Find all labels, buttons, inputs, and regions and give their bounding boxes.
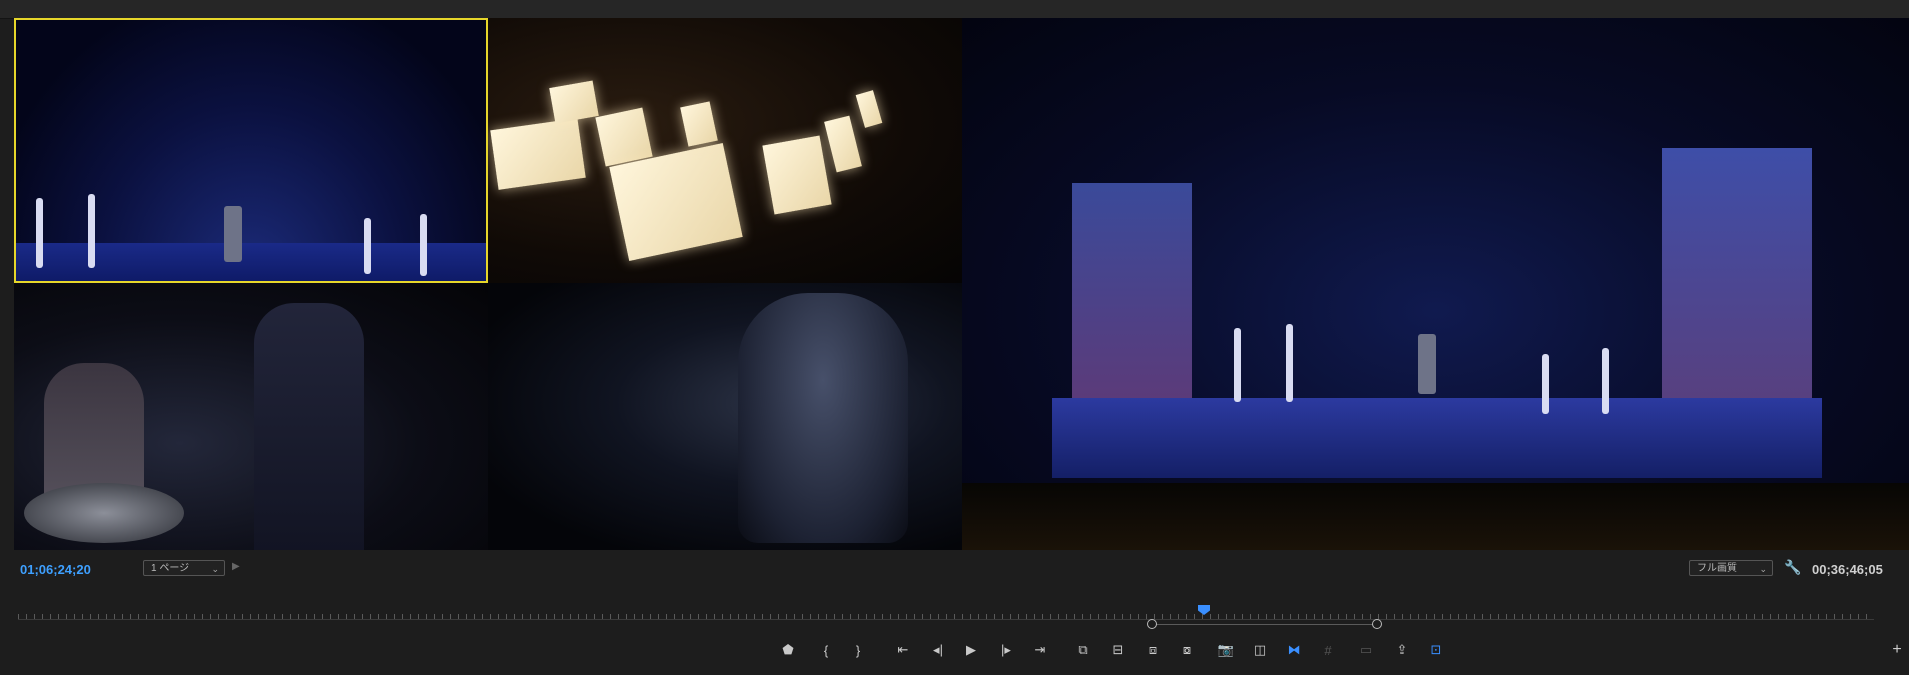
camera-angle-4[interactable]	[488, 283, 962, 550]
costumed-figure	[738, 293, 908, 543]
mark-out-button[interactable]: }	[846, 639, 870, 661]
zoom-scrollbar[interactable]	[1151, 624, 1377, 625]
multicam-viewer[interactable]	[14, 18, 1909, 550]
music-sheet	[595, 107, 653, 167]
playhead-timecode[interactable]: 01;06;24;20	[20, 562, 91, 577]
chevron-down-icon: ⌄	[1759, 564, 1767, 574]
grid-button[interactable]: #	[1316, 639, 1340, 661]
playback-quality-select[interactable]: フル画質 ⌄	[1689, 560, 1773, 576]
step-forward-button[interactable]: |▸	[994, 639, 1018, 661]
dancer-figure	[1602, 348, 1609, 414]
music-sheet	[490, 118, 586, 190]
camera-angle-5[interactable]	[962, 18, 1909, 550]
camera-angle-2[interactable]	[488, 18, 962, 283]
go-to-in-button[interactable]: ⇤	[891, 639, 915, 661]
page-select-value: 1 ページ	[151, 563, 190, 574]
lift-button[interactable]: ⧈	[1141, 639, 1165, 661]
music-sheet	[855, 90, 883, 128]
camera-angle-1[interactable]	[14, 18, 488, 283]
vr-view-button[interactable]: ⊡	[1424, 639, 1448, 661]
orchestra-pit	[962, 483, 1909, 550]
dancer-figure	[1542, 354, 1549, 414]
chevron-down-icon: ⌄	[211, 564, 219, 574]
safe-margins-button[interactable]: ▭	[1354, 639, 1378, 661]
stage-floor	[1052, 398, 1822, 478]
tutu	[24, 483, 184, 543]
zoom-handle-left[interactable]	[1147, 619, 1157, 629]
ruler-baseline	[18, 619, 1874, 620]
page-next-icon[interactable]: ▶	[232, 561, 240, 572]
export-button[interactable]: ⇪	[1390, 639, 1414, 661]
active-camera-frame	[14, 18, 488, 283]
panel-header	[0, 0, 1909, 19]
music-sheet	[549, 80, 599, 124]
overwrite-button[interactable]: ⊟	[1106, 639, 1130, 661]
button-editor-plus-icon[interactable]: +	[1888, 639, 1906, 661]
go-to-out-button[interactable]: ⇥	[1028, 639, 1052, 661]
zoom-handle-right[interactable]	[1372, 619, 1382, 629]
music-sheet	[824, 115, 862, 173]
dancer-figure	[1234, 328, 1241, 402]
quality-select-value: フル画質	[1697, 563, 1737, 574]
stage-set-left	[1072, 183, 1192, 398]
export-frame-button[interactable]: 📷	[1214, 639, 1238, 661]
comparison-view-button[interactable]: ◫	[1248, 639, 1272, 661]
page-select[interactable]: 1 ページ ⌄	[143, 560, 225, 576]
camera-angle-3[interactable]	[14, 283, 488, 550]
partner-figure	[254, 303, 364, 550]
duration-timecode: 00;36;46;05	[1812, 562, 1883, 577]
insert-button[interactable]: ⧉	[1071, 639, 1095, 661]
music-sheet	[762, 135, 832, 215]
transport-controls: ⬟ {} ⇤ ◂| ▶ |▸ ⇥ ⧉ ⊟ ⧈ ⧇ 📷 ◫ ⧓ # ▭ ⇪ ⊡	[0, 639, 1909, 661]
mark-in-button[interactable]: {	[814, 639, 838, 661]
wrench-icon[interactable]: 🔧	[1784, 559, 1801, 576]
stage-set-right	[1662, 148, 1812, 403]
multicam-toggle-button[interactable]: ⧓	[1282, 639, 1306, 661]
viewer-status-bar: 01;06;24;20 1 ページ ⌄ ▶ フル画質 ⌄ 🔧 00;36;46;…	[0, 558, 1909, 582]
extract-button[interactable]: ⧇	[1175, 639, 1199, 661]
add-marker-button[interactable]: ⬟	[776, 639, 800, 661]
costumed-figure	[1418, 334, 1436, 394]
time-ruler[interactable]	[18, 606, 1874, 620]
dancer-figure	[1286, 324, 1293, 402]
music-sheet	[680, 101, 718, 147]
play-button[interactable]: ▶	[959, 639, 983, 661]
step-back-button[interactable]: ◂|	[926, 639, 950, 661]
